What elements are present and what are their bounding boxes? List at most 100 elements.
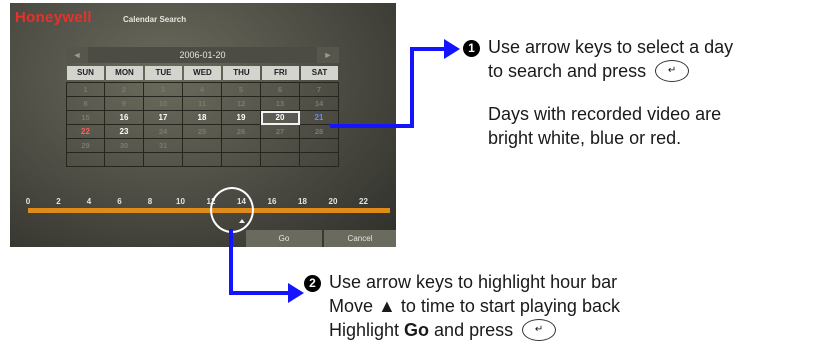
cancel-button[interactable]: Cancel	[324, 230, 396, 247]
day-cell-7[interactable]: 7	[300, 83, 339, 97]
hour-label: 22	[359, 197, 368, 206]
day-cell-29[interactable]: 29	[66, 139, 105, 153]
hour-label: 10	[176, 197, 185, 206]
day-cell-17[interactable]: 17	[144, 111, 183, 125]
callout2-connector-v	[229, 229, 233, 294]
day-cell-empty	[144, 153, 183, 167]
hour-label: 2	[56, 197, 61, 206]
weekday-label: TUE	[145, 66, 182, 80]
day-cell-10[interactable]: 10	[144, 97, 183, 111]
enter-key-icon: ↵	[655, 60, 690, 82]
callout2-text1: Use arrow keys to highlight hour bar	[329, 272, 618, 292]
day-cell-empty	[105, 153, 144, 167]
hour-label: 20	[328, 197, 338, 206]
callout2-line1: 2 Use arrow keys to highlight hour bar	[304, 270, 835, 294]
day-cell-25[interactable]: 25	[183, 125, 222, 139]
weekday-label: MON	[106, 66, 143, 80]
day-cell-2[interactable]: 2	[105, 83, 144, 97]
day-cell-18[interactable]: 18	[183, 111, 222, 125]
day-cell-empty	[261, 153, 300, 167]
day-cell-empty	[300, 153, 339, 167]
callout2-connector-h	[229, 291, 289, 295]
enter-glyph: ↵	[667, 65, 677, 76]
hour-label: 6	[117, 197, 122, 206]
day-cell-empty	[300, 139, 339, 153]
up-triangle-icon: ▲	[378, 296, 396, 316]
screen-header: Honeywell Calendar Search	[10, 3, 396, 33]
weekday-label: FRI	[262, 66, 299, 80]
weekday-header: SUN MON TUE WED THU FRI SAT	[66, 66, 339, 80]
prev-month-button[interactable]: ◄	[66, 47, 88, 63]
day-cell-24[interactable]: 24	[144, 125, 183, 139]
hour-label: 18	[298, 197, 307, 206]
callout2-text2a: Move	[329, 296, 379, 316]
next-month-button[interactable]: ►	[317, 47, 339, 63]
day-cell-15[interactable]: 15	[66, 111, 105, 125]
day-cell-26[interactable]: 26	[222, 125, 261, 139]
callout-2: 2 Use arrow keys to highlight hour bar Mo…	[304, 270, 835, 342]
callout1-line3: Days with recorded video are	[488, 104, 722, 124]
day-cell-12[interactable]: 12	[222, 97, 261, 111]
enter-glyph: ↵	[534, 324, 544, 335]
day-cell-6[interactable]: 6	[261, 83, 300, 97]
day-cell-16[interactable]: 16	[105, 111, 144, 125]
callout2-text3a: Highlight	[329, 320, 405, 340]
callout1-connector-h	[330, 124, 412, 128]
day-cell-empty	[222, 139, 261, 153]
day-cell-31[interactable]: 31	[144, 139, 183, 153]
day-cell-empty	[261, 139, 300, 153]
day-cell-8[interactable]: 8	[66, 97, 105, 111]
callout1-connector-v	[410, 47, 414, 128]
day-cell-22[interactable]: 22	[66, 125, 105, 139]
day-cell-21[interactable]: 21	[300, 111, 339, 125]
day-cell-14[interactable]: 14	[300, 97, 339, 111]
enter-key-icon: ↵	[522, 319, 557, 341]
hour-bar[interactable]	[28, 208, 390, 213]
marker-highlight-circle	[210, 187, 254, 233]
day-cell-27[interactable]: 27	[261, 125, 300, 139]
day-cell-empty	[66, 153, 105, 167]
day-cell-23[interactable]: 23	[105, 125, 144, 139]
callout2-line2: Move ▲ to time to start playing back	[304, 294, 835, 318]
callout2-line3: Highlight Go and press ↵	[304, 318, 835, 342]
callout1-connector-top	[410, 47, 444, 51]
day-cell-13[interactable]: 13	[261, 97, 300, 111]
callout2-text3b: and press	[429, 320, 514, 340]
go-button[interactable]: Go	[246, 230, 322, 247]
day-cell-1[interactable]: 1	[66, 83, 105, 97]
calendar-nav: ◄ 2006-01-20 ►	[66, 47, 339, 63]
brand-logo: Honeywell	[15, 9, 92, 26]
callout2-go-bold: Go	[404, 320, 430, 340]
callout1-line2: to search and press ↵	[463, 59, 835, 83]
callout1-line1: 1 Use arrow keys to select a day	[463, 35, 835, 59]
weekday-label: WED	[184, 66, 221, 80]
day-cell-11[interactable]: 11	[183, 97, 222, 111]
day-cell-9[interactable]: 9	[105, 97, 144, 111]
callout2-arrow-icon	[288, 283, 304, 303]
weekday-label: SUN	[67, 66, 104, 80]
day-cell-4[interactable]: 4	[183, 83, 222, 97]
callout-1: 1 Use arrow keys to select a day to searc…	[463, 35, 835, 150]
hour-label: 8	[147, 197, 153, 206]
callout1-line4: bright white, blue or red.	[488, 128, 682, 148]
current-date: 2006-01-20	[88, 47, 317, 63]
day-cell-empty	[183, 139, 222, 153]
weekday-label: THU	[223, 66, 260, 80]
day-cell-3[interactable]: 3	[144, 83, 183, 97]
callout2-text2b: to time to start playing back	[395, 296, 620, 316]
callout1-arrow-icon	[444, 39, 460, 59]
step-2-badge: 2	[304, 275, 321, 292]
day-grid: 1 2 3 4 5 6 7 8 9 10 11 12 13 14 15 16 17 18 19 20 21 22 23 24 2…	[66, 82, 339, 167]
hour-label: 16	[267, 197, 277, 206]
day-cell-20[interactable]: 20	[261, 111, 300, 125]
step-1-badge: 1	[463, 40, 480, 57]
calendar: ◄ 2006-01-20 ► SUN MON TUE WED THU FRI SAT 123…	[66, 47, 339, 167]
callout1-text1: Use arrow keys to select a day	[488, 37, 734, 57]
day-cell-19[interactable]: 19	[222, 111, 261, 125]
screen-title: Calendar Search	[123, 15, 187, 24]
day-cell-5[interactable]: 5	[222, 83, 261, 97]
day-cell-30[interactable]: 30	[105, 139, 144, 153]
hour-label: 4	[86, 197, 92, 206]
weekday-label: SAT	[301, 66, 338, 80]
hour-label: 0	[25, 197, 31, 206]
